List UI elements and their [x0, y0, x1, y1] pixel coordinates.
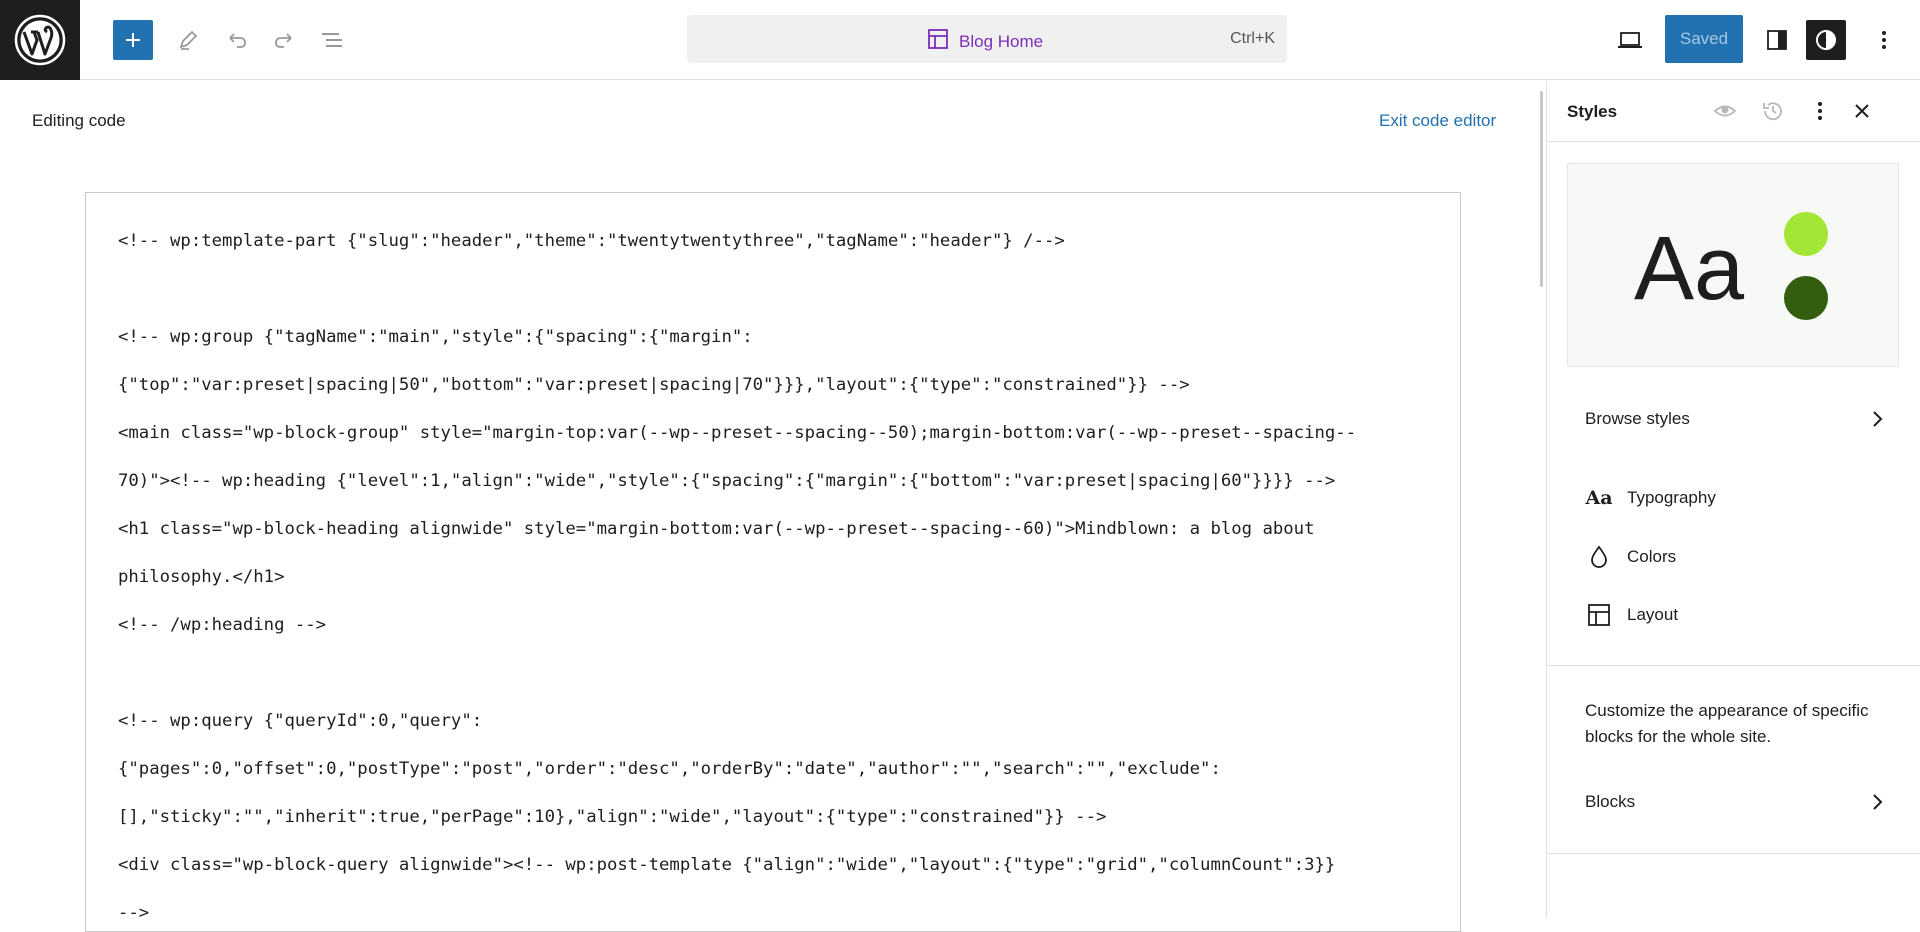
styles-button[interactable] — [1806, 20, 1846, 60]
sidebar-separator — [1547, 665, 1920, 666]
preview-color-secondary — [1784, 276, 1828, 320]
chevron-right-icon — [1865, 790, 1889, 814]
editing-code-label: Editing code — [32, 111, 126, 130]
plus-icon — [123, 30, 143, 50]
half-circle-icon — [1814, 28, 1838, 52]
code-editor-area: Editing code Exit code editor <!-- wp:te… — [0, 81, 1544, 932]
code-line: <div class="wp-block-query alignwide"><!… — [118, 855, 1336, 875]
code-textarea[interactable]: <!-- wp:template-part {"slug":"header","… — [85, 192, 1461, 932]
command-title-text: Blog Home — [959, 31, 1044, 51]
sidebar-icon — [1765, 28, 1789, 52]
wordpress-logo-icon[interactable] — [0, 0, 80, 80]
preview-color-primary — [1784, 212, 1828, 256]
code-line: [],"sticky":"","inherit":true,"perPage":… — [118, 807, 1107, 827]
chevron-right-icon — [1865, 407, 1889, 431]
browse-styles-label: Browse styles — [1585, 409, 1690, 428]
list-view-button[interactable] — [312, 20, 352, 60]
template-icon — [927, 28, 949, 55]
sidebar-header: Styles — [1547, 81, 1920, 142]
editor-header: Blog Home Ctrl+K Saved — [0, 0, 1920, 80]
colors-row[interactable]: Colors — [1547, 529, 1920, 585]
list-view-icon — [319, 28, 345, 52]
code-line: <main class="wp-block-group" style="marg… — [118, 423, 1357, 443]
typography-icon: Aa — [1585, 487, 1613, 509]
typography-row[interactable]: Aa Typography — [1547, 470, 1920, 526]
revisions-icon[interactable] — [1761, 99, 1785, 123]
layout-row[interactable]: Layout — [1547, 587, 1920, 643]
typography-label: Typography — [1627, 488, 1716, 507]
code-line: <!-- wp:group {"tagName":"main","style":… — [118, 327, 753, 347]
code-line: <!-- wp:template-part {"slug":"header","… — [118, 231, 1065, 251]
code-line: {"top":"var:preset|spacing|50","bottom":… — [118, 375, 1190, 395]
editor-scrollbar[interactable] — [1540, 91, 1543, 287]
exit-code-editor-link[interactable]: Exit code editor — [1379, 111, 1496, 131]
device-preview-button[interactable] — [1610, 20, 1650, 60]
laptop-icon — [1616, 29, 1644, 51]
undo-icon — [225, 28, 249, 52]
blocks-label: Blocks — [1585, 792, 1636, 811]
settings-button[interactable] — [1757, 20, 1797, 60]
options-button[interactable] — [1864, 20, 1904, 60]
blocks-row[interactable]: Blocks — [1547, 774, 1920, 830]
more-vertical-icon — [1880, 28, 1888, 52]
command-shortcut: Ctrl+K — [1230, 30, 1275, 47]
close-icon[interactable] — [1850, 99, 1874, 123]
sidebar-title: Styles — [1567, 102, 1618, 121]
tools-button[interactable] — [168, 20, 208, 60]
pencil-icon — [177, 29, 199, 51]
layout-label: Layout — [1627, 605, 1679, 624]
code-line: --> — [118, 903, 150, 923]
eye-icon[interactable] — [1713, 99, 1737, 123]
colors-label: Colors — [1627, 547, 1677, 566]
code-line: <!-- wp:query {"queryId":0,"query": — [118, 711, 483, 731]
command-title-group: Blog Home — [927, 28, 1043, 55]
code-line: philosophy.</h1> — [118, 567, 285, 587]
blocks-description: Customize the appearance of specific blo… — [1585, 701, 1869, 746]
add-block-button[interactable] — [113, 20, 153, 60]
redo-icon — [272, 28, 296, 52]
preview-sample-text: Aa — [1634, 219, 1745, 319]
layout-icon — [1587, 603, 1611, 627]
code-line: <!-- /wp:heading --> — [118, 615, 327, 635]
droplet-icon — [1587, 545, 1611, 569]
code-line: {"pages":0,"offset":0,"postType":"post",… — [118, 759, 1221, 779]
code-line: <h1 class="wp-block-heading alignwide" s… — [118, 519, 1315, 539]
more-vertical-icon[interactable] — [1808, 99, 1832, 123]
sidebar-separator — [1547, 853, 1920, 854]
styles-sidebar: Styles Aa Browse styles Aa Typography Co… — [1547, 81, 1920, 918]
redo-button[interactable] — [264, 20, 304, 60]
code-line: 70)"><!-- wp:heading {"level":1,"align":… — [118, 471, 1336, 491]
style-preview[interactable]: Aa — [1567, 163, 1899, 367]
browse-styles-row[interactable]: Browse styles — [1547, 391, 1920, 447]
undo-button[interactable] — [217, 20, 257, 60]
command-palette-bar[interactable]: Blog Home Ctrl+K — [687, 15, 1287, 63]
saved-button[interactable]: Saved — [1665, 15, 1743, 63]
